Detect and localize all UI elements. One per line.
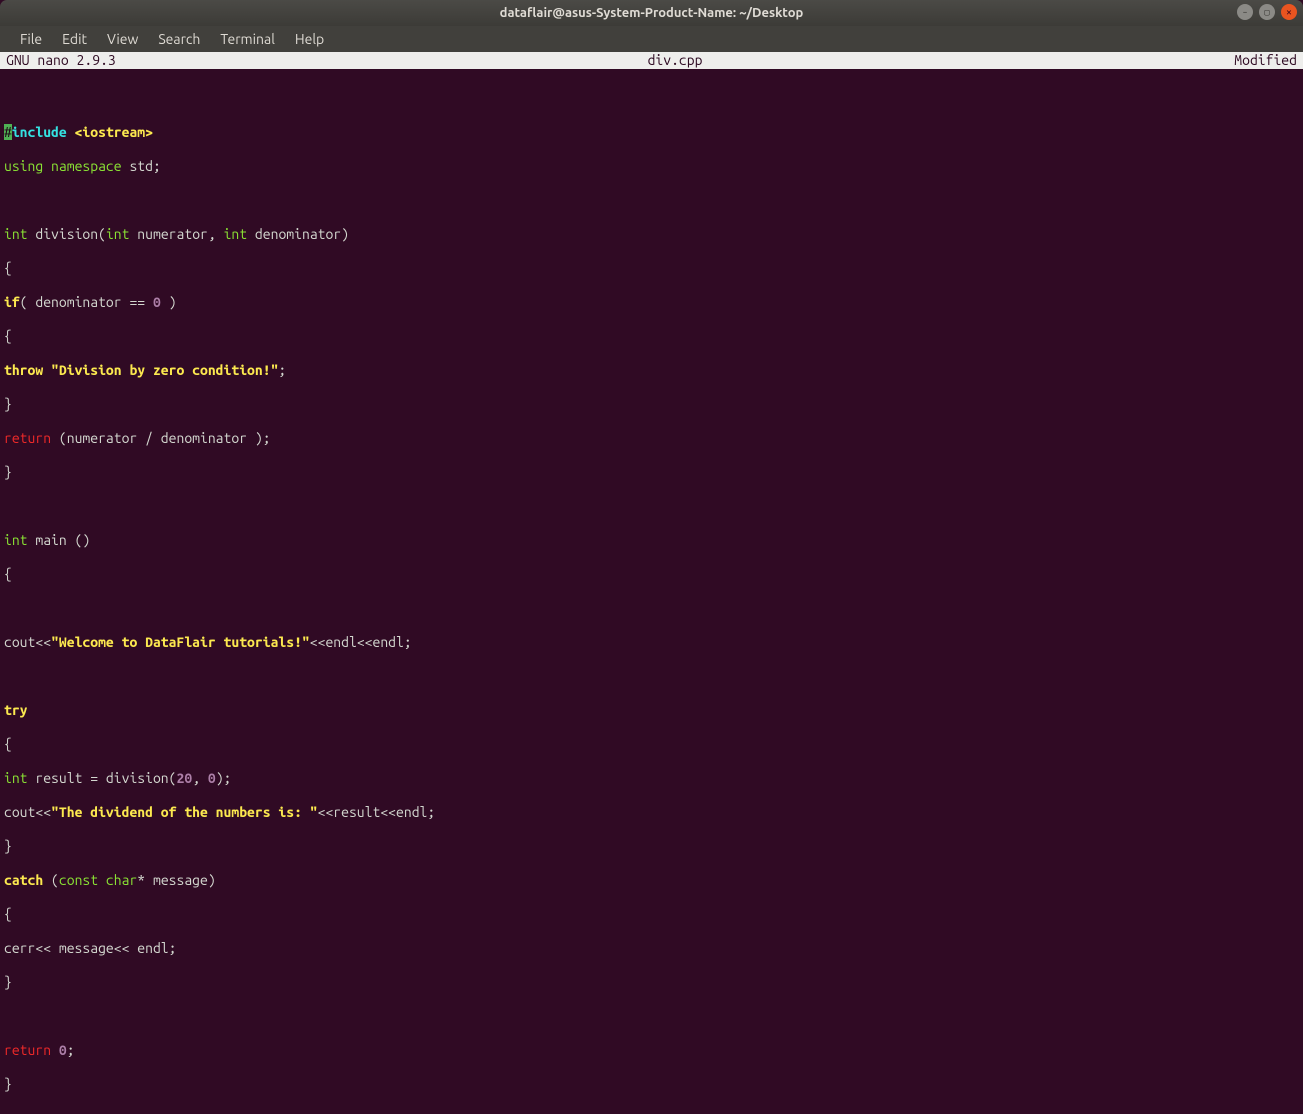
code-line: }	[4, 464, 1299, 481]
window-controls: – ▢ ✕	[1237, 4, 1297, 20]
minimize-icon[interactable]: –	[1237, 4, 1253, 20]
cursor: #	[4, 124, 12, 140]
close-icon[interactable]: ✕	[1281, 4, 1297, 20]
menu-search[interactable]: Search	[148, 28, 210, 50]
code-line: cout<<"The dividend of the numbers is: "…	[4, 804, 1299, 821]
menu-file[interactable]: File	[10, 28, 52, 50]
nano-version: GNU nano 2.9.3	[6, 52, 116, 69]
code-line: }	[4, 974, 1299, 991]
code-line: {	[4, 328, 1299, 345]
nano-status-bar: GNU nano 2.9.3 div.cpp Modified	[0, 52, 1303, 69]
maximize-icon[interactable]: ▢	[1259, 4, 1275, 20]
code-line: int division(int numerator, int denomina…	[4, 226, 1299, 243]
code-line: cerr<< message<< endl;	[4, 940, 1299, 957]
code-line: #include <iostream>	[4, 124, 1299, 141]
code-line: return (numerator / denominator );	[4, 430, 1299, 447]
code-line: if( denominator == 0 )	[4, 294, 1299, 311]
code-line: catch (const char* message)	[4, 872, 1299, 889]
code-line: }	[4, 396, 1299, 413]
code-line: {	[4, 566, 1299, 583]
code-line: int result = division(20, 0);	[4, 770, 1299, 787]
menu-terminal[interactable]: Terminal	[210, 28, 285, 50]
menu-view[interactable]: View	[97, 28, 148, 50]
code-line: throw "Division by zero condition!";	[4, 362, 1299, 379]
code-line: }	[4, 838, 1299, 855]
code-line: try	[4, 702, 1299, 719]
code-line: {	[4, 736, 1299, 753]
code-line: {	[4, 260, 1299, 277]
code-line: using namespace std;	[4, 158, 1299, 175]
menu-edit[interactable]: Edit	[52, 28, 97, 50]
code-line: {	[4, 906, 1299, 923]
menu-bar: File Edit View Search Terminal Help	[0, 26, 1303, 52]
nano-modified: Modified	[1234, 52, 1297, 69]
editor-area[interactable]: #include <iostream> using namespace std;…	[0, 69, 1303, 1114]
menu-help[interactable]: Help	[285, 28, 334, 50]
code-line: int main ()	[4, 532, 1299, 549]
code-line: return 0;	[4, 1042, 1299, 1059]
window-titlebar: dataflair@asus-System-Product-Name: ~/De…	[0, 0, 1303, 26]
code-line: }	[4, 1076, 1299, 1093]
nano-filename: div.cpp	[116, 52, 1235, 69]
window-title: dataflair@asus-System-Product-Name: ~/De…	[0, 6, 1303, 20]
code-line: cout<<"Welcome to DataFlair tutorials!"<…	[4, 634, 1299, 651]
